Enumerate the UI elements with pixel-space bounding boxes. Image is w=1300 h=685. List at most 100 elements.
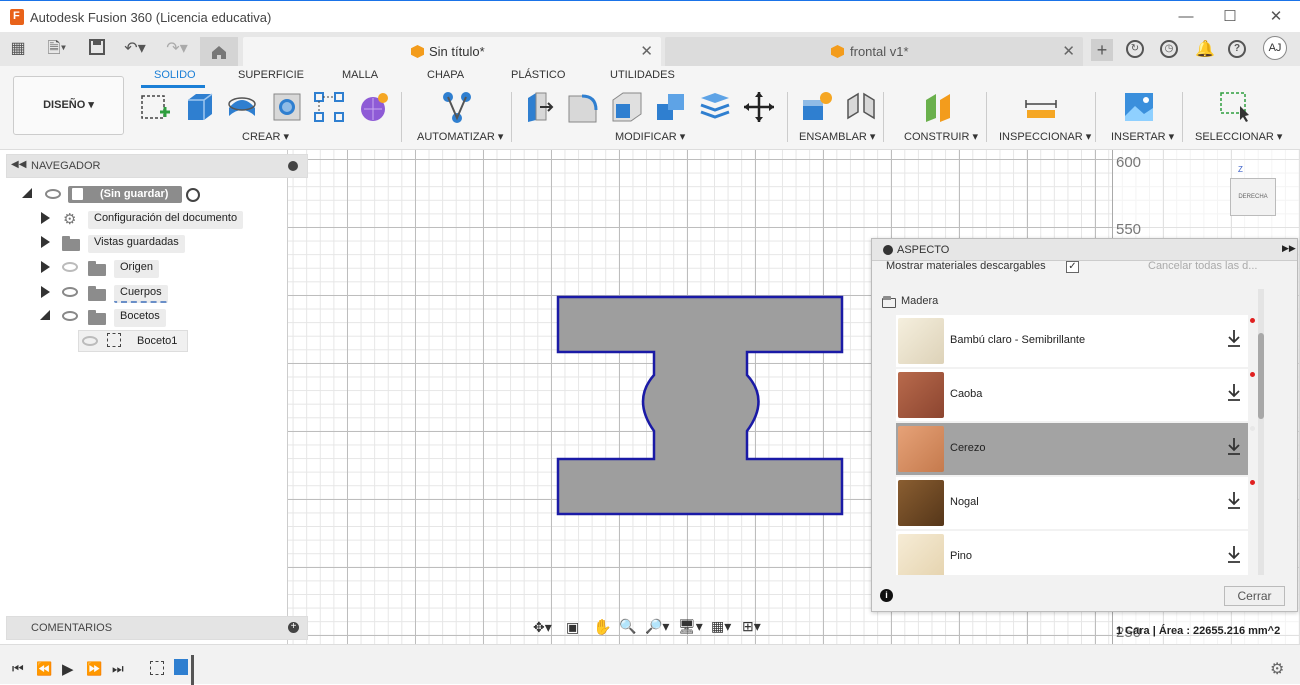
minimize-panel-icon[interactable] [883, 245, 893, 255]
download-icon[interactable] [1226, 327, 1242, 349]
material-item[interactable]: Bambú claro - Semibrillante [896, 315, 1255, 367]
collapse-triangle-icon[interactable] [22, 188, 32, 198]
new-component-icon[interactable] [800, 90, 834, 124]
save-icon[interactable] [86, 38, 108, 60]
download-icon[interactable] [1226, 489, 1242, 511]
offset-plane-icon[interactable] [922, 90, 956, 124]
material-item[interactable]: Pino [896, 531, 1248, 575]
joint-icon[interactable] [844, 90, 878, 124]
chamfer-icon[interactable] [610, 90, 644, 124]
tab-plastico[interactable]: PLÁSTICO [511, 69, 565, 81]
close-button[interactable]: Cerrar [1224, 586, 1285, 606]
viewports-icon[interactable]: ⊞▾ [742, 618, 761, 635]
info-icon[interactable]: i [880, 589, 893, 602]
tab-utilidades[interactable]: UTILIDADES [610, 69, 675, 81]
grid-settings-icon[interactable]: ▦▾ [711, 618, 731, 635]
minimize-button[interactable]: — [1176, 7, 1196, 27]
automatizar-menu[interactable]: AUTOMATIZAR ▾ [417, 130, 503, 143]
timeline-settings-gear-icon[interactable]: ⚙ [1270, 659, 1284, 679]
insertar-menu[interactable]: INSERTAR ▾ [1111, 130, 1174, 143]
data-panel-grid-icon[interactable]: ▦ [7, 38, 29, 60]
activate-radio-icon[interactable] [186, 188, 200, 202]
construir-menu[interactable]: CONSTRUIR ▾ [904, 130, 978, 143]
comments-panel-header[interactable]: COMENTARIOS + [6, 616, 308, 640]
close-window-button[interactable]: ✕ [1266, 7, 1286, 27]
collapse-triangle-icon[interactable] [40, 310, 50, 320]
crear-menu[interactable]: CREAR ▾ [242, 130, 289, 143]
zoom-icon[interactable]: 🔍 [619, 618, 636, 635]
pan-hand-icon[interactable]: ✋ [593, 618, 612, 636]
visibility-eye-icon[interactable] [62, 287, 78, 297]
step-back-icon[interactable]: ⏪ [36, 661, 52, 677]
expand-triangle-icon[interactable] [41, 261, 50, 273]
tab-superficie[interactable]: SUPERFICIE [238, 69, 304, 81]
tree-root[interactable]: (Sin guardar) [0, 184, 288, 204]
tab-sin-titulo[interactable]: Sin título* ✕ [243, 37, 661, 66]
ensamblar-menu[interactable]: ENSAMBLAR ▾ [799, 130, 875, 143]
tree-item[interactable]: Bocetos [0, 306, 288, 327]
download-icon[interactable] [1226, 435, 1242, 457]
display-settings-icon[interactable]: 🖥▾ [678, 618, 703, 635]
undo-icon[interactable]: ↶▾ [118, 38, 152, 60]
play-icon[interactable]: ▶ [62, 660, 74, 678]
extrude-icon[interactable] [182, 90, 216, 124]
modificar-menu[interactable]: MODIFICAR ▾ [615, 130, 685, 143]
help-icon[interactable]: ? [1228, 40, 1246, 58]
download-icon[interactable] [1226, 381, 1242, 403]
viewcube[interactable]: DERECHA [1230, 178, 1276, 216]
cancel-all-downloads-link[interactable]: Cancelar todas las d... [1148, 260, 1257, 272]
hidden-eye-icon[interactable] [62, 262, 78, 272]
hole-icon[interactable] [270, 90, 304, 124]
timeline-extrude-icon[interactable] [174, 659, 188, 675]
minimize-panel-icon[interactable] [288, 161, 298, 171]
close-tab-icon[interactable]: ✕ [640, 42, 653, 60]
scrollbar-thumb[interactable] [1258, 333, 1264, 419]
tab-malla[interactable]: MALLA [342, 69, 378, 81]
fillet-icon[interactable] [566, 90, 600, 124]
scrollbar-track[interactable] [1258, 289, 1264, 575]
maximize-button[interactable]: ☐ [1220, 7, 1240, 27]
material-category[interactable]: Madera [901, 295, 938, 307]
create-sketch-icon[interactable] [138, 90, 172, 124]
tab-solido[interactable]: SOLIDO [154, 69, 196, 81]
home-button[interactable] [200, 37, 238, 66]
material-item[interactable]: Nogal [896, 477, 1255, 529]
notifications-icon[interactable]: 🔔 [1195, 39, 1215, 59]
collapse-panel-icon[interactable]: ◀◀ [11, 159, 26, 170]
show-downloadable-checkbox[interactable]: ✓ [1066, 261, 1079, 273]
tree-item[interactable]: Boceto1 [78, 330, 188, 352]
redo-icon[interactable]: ↷▾ [160, 38, 194, 60]
sketch-profile[interactable] [550, 290, 850, 522]
automate-icon[interactable] [440, 90, 474, 124]
file-menu-icon[interactable]: 🗎▾ [40, 38, 74, 60]
new-tab-button[interactable]: + [1091, 39, 1113, 61]
measure-icon[interactable] [1024, 90, 1058, 124]
combine-icon[interactable] [654, 90, 688, 124]
visibility-eye-icon[interactable] [45, 189, 61, 199]
job-status-icon[interactable]: ◷ [1160, 40, 1178, 58]
material-item[interactable]: Cerezo [896, 423, 1255, 475]
download-icon[interactable] [1226, 543, 1242, 565]
tab-frontal-v1[interactable]: frontal v1* ✕ [665, 37, 1083, 66]
revolve-icon[interactable] [225, 90, 259, 124]
hidden-eye-icon[interactable] [82, 336, 98, 346]
press-pull-icon[interactable] [522, 90, 556, 124]
tree-item[interactable]: Origen [0, 257, 288, 278]
rectangular-pattern-icon[interactable] [312, 90, 346, 124]
seleccionar-menu[interactable]: SELECCIONAR ▾ [1195, 130, 1282, 143]
look-at-icon[interactable]: ▣ [566, 619, 579, 636]
timeline-marker[interactable] [191, 655, 194, 685]
extensions-icon[interactable]: ↻ [1126, 40, 1144, 58]
fit-icon[interactable]: 🔎▾ [645, 618, 669, 635]
material-item[interactable]: Caoba [896, 369, 1255, 421]
expand-triangle-icon[interactable] [41, 212, 50, 224]
close-tab-icon[interactable]: ✕ [1062, 42, 1075, 60]
shell-icon[interactable] [698, 90, 732, 124]
expand-panel-icon[interactable]: ▶▶ [1282, 243, 1296, 254]
go-to-start-icon[interactable]: ⏮ [12, 661, 24, 677]
tree-item[interactable]: Vistas guardadas [0, 232, 288, 253]
create-form-icon[interactable] [356, 90, 390, 124]
workspace-switcher-button[interactable]: DISEÑO ▾ [13, 76, 124, 135]
timeline-sketch-icon[interactable] [150, 661, 164, 675]
select-window-icon[interactable] [1218, 90, 1252, 124]
